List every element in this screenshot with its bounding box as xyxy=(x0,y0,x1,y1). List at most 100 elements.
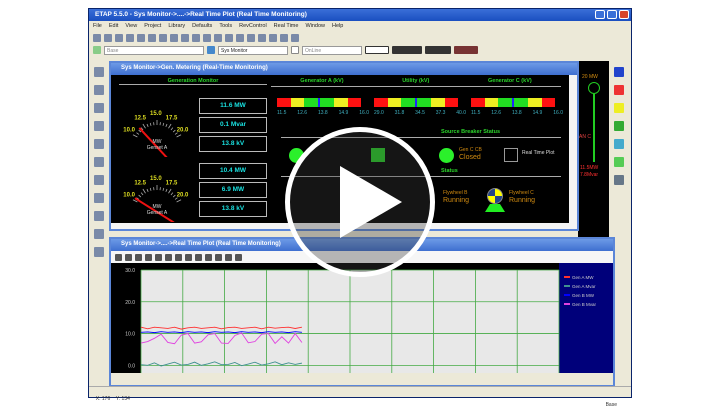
plot-properties-icon[interactable] xyxy=(195,254,202,261)
plot-zoom-out-icon[interactable] xyxy=(165,254,172,261)
zoom-out-icon[interactable] xyxy=(203,34,211,42)
pan-icon[interactable] xyxy=(181,34,189,42)
grid2-element-icon[interactable] xyxy=(94,211,104,221)
warning-icon[interactable] xyxy=(614,103,624,113)
misc-element-icon[interactable] xyxy=(94,247,104,257)
alarm-display-icon[interactable] xyxy=(392,46,422,54)
bar-tick-label: 11.5 xyxy=(277,110,286,116)
gauge-scale-label: 15.0 xyxy=(150,176,162,182)
bar-segment xyxy=(277,98,284,107)
plot-preview-icon[interactable] xyxy=(235,254,242,261)
event-icon[interactable] xyxy=(614,121,624,131)
run-icon[interactable] xyxy=(280,34,288,42)
menu-bar: File Edit View Project Library Defaults Tools R… xyxy=(89,21,631,32)
menu-project[interactable]: Project xyxy=(144,23,161,30)
playback-icon[interactable] xyxy=(614,139,624,149)
menu-library[interactable]: Library xyxy=(168,23,185,30)
panel-element-icon[interactable] xyxy=(94,175,104,185)
gauge-tick xyxy=(166,124,167,127)
menu-revcontrol[interactable]: RevControl xyxy=(239,23,267,30)
zoom-fit-icon[interactable] xyxy=(214,34,222,42)
menu-file[interactable]: File xyxy=(93,23,102,30)
sensor-icon[interactable] xyxy=(614,157,624,167)
revision-combo[interactable]: Base xyxy=(104,46,204,55)
cut-icon[interactable] xyxy=(148,34,156,42)
real-time-plot-button[interactable] xyxy=(504,148,518,162)
bar-tick-label: 16.0 xyxy=(359,110,369,116)
time-display-icon[interactable] xyxy=(425,46,451,54)
dcpanel-element-icon[interactable] xyxy=(94,157,104,167)
save-icon[interactable] xyxy=(115,34,123,42)
print-icon[interactable] xyxy=(126,34,134,42)
sys-monitor-icon[interactable] xyxy=(207,46,215,54)
y-tick-label: 30.0 xyxy=(125,268,135,274)
edit-mode-icon[interactable] xyxy=(93,46,101,54)
annotate-element-icon[interactable] xyxy=(94,67,104,77)
gauge-scale-label: 15.0 xyxy=(150,111,162,117)
relay-element-icon[interactable] xyxy=(94,229,104,239)
plot-fit-icon[interactable] xyxy=(185,254,192,261)
gauge-tick xyxy=(136,133,138,135)
monitor-icon[interactable] xyxy=(614,67,624,77)
copy-icon[interactable] xyxy=(159,34,167,42)
plot-pause-icon[interactable] xyxy=(125,254,132,261)
trend-icon[interactable] xyxy=(291,46,299,54)
star-element-icon[interactable] xyxy=(94,139,104,149)
menu-help[interactable]: Help xyxy=(332,23,343,30)
plot-crosshair-icon[interactable] xyxy=(135,254,142,261)
dc-element-icon[interactable] xyxy=(94,103,104,113)
vertical-scrollbar[interactable] xyxy=(569,75,577,223)
print-preview-icon[interactable] xyxy=(137,34,145,42)
bar-segment xyxy=(505,98,512,107)
grid-icon[interactable] xyxy=(236,34,244,42)
plot-select-icon[interactable] xyxy=(175,254,182,261)
right-toolbar xyxy=(609,59,629,185)
instr-element-icon[interactable] xyxy=(94,121,104,131)
left-toolbar xyxy=(89,59,109,257)
plot-play-icon[interactable] xyxy=(115,254,122,261)
play-button[interactable] xyxy=(285,127,435,277)
plot-copy-icon[interactable] xyxy=(205,254,212,261)
bar-segment xyxy=(348,98,355,107)
menu-edit[interactable]: Edit xyxy=(109,23,118,30)
edit-icon[interactable] xyxy=(247,34,255,42)
minimize-button[interactable] xyxy=(595,10,605,19)
main-toolbar xyxy=(89,32,631,44)
gauge-tick xyxy=(173,195,175,197)
legend-label: Gen A Mvar xyxy=(572,284,596,289)
plot-save-icon[interactable] xyxy=(215,254,222,261)
gauge-tick xyxy=(147,124,148,127)
maximize-button[interactable] xyxy=(607,10,617,19)
bar-tick-label: 40.0 xyxy=(456,110,466,116)
plot-print-icon[interactable] xyxy=(225,254,232,261)
bar-tick-label: 12.6 xyxy=(297,110,307,116)
menu-real-time[interactable]: Real Time xyxy=(274,23,299,30)
generator-icon xyxy=(588,82,600,94)
close-button[interactable] xyxy=(619,10,629,19)
scan-icon[interactable] xyxy=(365,46,389,54)
alarm-icon[interactable] xyxy=(614,85,624,95)
bar-segment xyxy=(478,98,485,107)
config-icon[interactable] xyxy=(258,34,266,42)
menu-tools[interactable]: Tools xyxy=(219,23,232,30)
ctrl-element-icon[interactable] xyxy=(94,193,104,203)
study-combo[interactable]: Sys Monitor xyxy=(218,46,288,55)
mode-combo[interactable]: OnLine xyxy=(302,46,362,55)
menu-defaults[interactable]: Defaults xyxy=(192,23,212,30)
ac-element-icon[interactable] xyxy=(94,85,104,95)
menu-window[interactable]: Window xyxy=(305,23,325,30)
bar-tick-label: 14.9 xyxy=(533,110,543,116)
theme-icon[interactable] xyxy=(269,34,277,42)
help-icon[interactable] xyxy=(291,34,299,42)
open-icon[interactable] xyxy=(104,34,112,42)
plot-zoom-in-icon[interactable] xyxy=(155,254,162,261)
status-display-icon[interactable] xyxy=(454,46,478,54)
plot-pan-icon[interactable] xyxy=(145,254,152,261)
paste-icon[interactable] xyxy=(170,34,178,42)
menu-view[interactable]: View xyxy=(125,23,137,30)
zoom-in-icon[interactable] xyxy=(192,34,200,42)
undo-icon[interactable] xyxy=(225,34,233,42)
report-icon[interactable] xyxy=(614,175,624,185)
new-icon[interactable] xyxy=(93,34,101,42)
bar-segment xyxy=(401,98,408,107)
